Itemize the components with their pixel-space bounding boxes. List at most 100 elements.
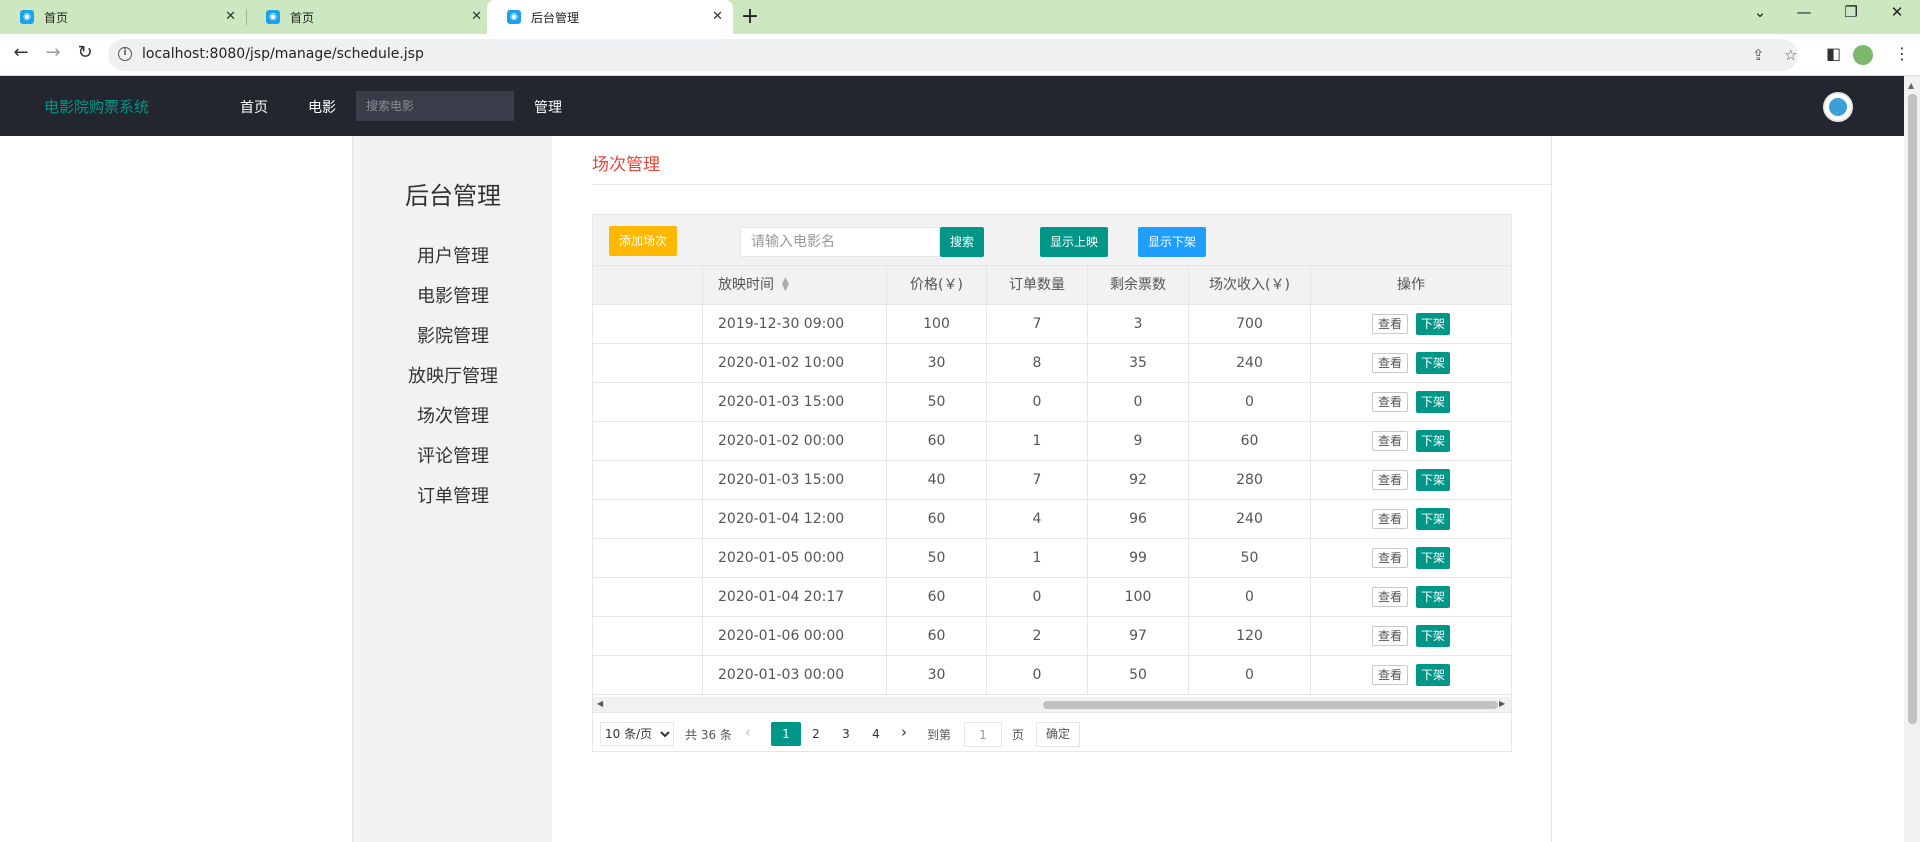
cell-movie xyxy=(593,383,703,422)
cell-time: 2020-01-02 10:00 xyxy=(703,344,887,383)
close-icon[interactable]: ✕ xyxy=(712,9,723,24)
view-button[interactable]: 查看 xyxy=(1372,665,1408,685)
cell-orders: 4 xyxy=(987,500,1088,539)
bookmark-star-icon[interactable]: ☆ xyxy=(1784,46,1797,64)
page-4-button[interactable]: 4 xyxy=(861,722,891,746)
take-offline-button[interactable]: 下架 xyxy=(1416,625,1450,647)
movie-search-input[interactable] xyxy=(356,91,514,121)
take-offline-button[interactable]: 下架 xyxy=(1416,547,1450,569)
next-page-chevron-icon[interactable]: › xyxy=(901,723,907,741)
browser-tab-active[interactable]: ◉ 后台管理 ✕ xyxy=(487,0,733,34)
close-icon[interactable]: ✕ xyxy=(471,9,482,24)
take-offline-button[interactable]: 下架 xyxy=(1416,352,1450,374)
scroll-up-arrow-icon[interactable]: ▲ xyxy=(1908,81,1914,90)
nav-home[interactable]: 首页 xyxy=(240,97,268,117)
goto-confirm-button[interactable]: 确定 xyxy=(1036,722,1080,747)
nav-movies[interactable]: 电影 xyxy=(308,97,336,117)
column-header-orders: 订单数量 xyxy=(987,266,1088,305)
search-button[interactable]: 搜索 xyxy=(940,227,984,257)
back-arrow-icon[interactable]: ← xyxy=(9,42,33,63)
take-offline-button[interactable]: 下架 xyxy=(1416,469,1450,491)
cell-price: 50 xyxy=(887,383,987,422)
view-button[interactable]: 查看 xyxy=(1372,431,1408,451)
brand-logo[interactable]: 电影院购票系统 xyxy=(44,96,149,117)
page-2-button[interactable]: 2 xyxy=(801,722,831,746)
window-close-icon[interactable]: ✕ xyxy=(1877,3,1917,21)
scroll-right-arrow-icon[interactable]: ▶ xyxy=(1499,699,1505,708)
nav-manage[interactable]: 管理 xyxy=(534,97,562,117)
column-header-actions: 操作 xyxy=(1397,277,1425,293)
view-button[interactable]: 查看 xyxy=(1372,392,1408,412)
take-offline-button[interactable]: 下架 xyxy=(1416,664,1450,686)
minimize-icon[interactable]: — xyxy=(1784,3,1824,21)
user-avatar[interactable] xyxy=(1823,92,1853,122)
cell-price: 30 xyxy=(887,656,987,695)
show-showing-button[interactable]: 显示上映 xyxy=(1040,227,1108,257)
browser-menu-icon[interactable]: ⋮ xyxy=(1894,44,1910,63)
view-button[interactable]: 查看 xyxy=(1372,509,1408,529)
cell-time: 2020-01-03 15:00 xyxy=(703,461,887,500)
content-border xyxy=(1551,136,1552,842)
table-row: 2020-01-04 12:00 60 4 96 240 查看 下架 xyxy=(593,500,1511,539)
page-3-button[interactable]: 3 xyxy=(831,722,861,746)
reload-icon[interactable]: ↻ xyxy=(73,42,97,63)
goto-page-input[interactable] xyxy=(964,722,1002,747)
view-button[interactable]: 查看 xyxy=(1372,548,1408,568)
add-schedule-button[interactable]: 添加场次 xyxy=(609,226,677,256)
scroll-left-arrow-icon[interactable]: ◀ xyxy=(597,699,603,708)
cell-time: 2020-01-03 00:00 xyxy=(703,656,887,695)
cell-price: 30 xyxy=(887,344,987,383)
sort-icon[interactable]: ▲ ▼ xyxy=(782,277,789,293)
view-button[interactable]: 查看 xyxy=(1372,587,1408,607)
take-offline-button[interactable]: 下架 xyxy=(1416,430,1450,452)
sidebar-item-halls[interactable]: 放映厅管理 xyxy=(353,362,553,388)
profile-avatar-icon[interactable] xyxy=(1853,45,1873,65)
table-row: 2020-01-03 15:00 50 0 0 0 查看 下架 xyxy=(593,383,1511,422)
share-icon[interactable]: ⇪ xyxy=(1752,46,1765,64)
table-row: 2020-01-06 00:00 60 2 97 120 查看 下架 xyxy=(593,617,1511,656)
prev-page-chevron-icon[interactable]: ‹ xyxy=(745,723,751,741)
table-horizontal-scrollbar[interactable]: ◀ ▶ xyxy=(593,697,1511,712)
sidebar-item-schedules[interactable]: 场次管理 xyxy=(353,402,553,428)
cell-movie xyxy=(593,539,703,578)
address-bar[interactable]: i localhost:8080/jsp/manage/schedule.jsp… xyxy=(108,39,1798,71)
show-offline-button[interactable]: 显示下架 xyxy=(1138,227,1206,257)
take-offline-button[interactable]: 下架 xyxy=(1416,586,1450,608)
cell-orders: 2 xyxy=(987,617,1088,656)
site-info-icon[interactable]: i xyxy=(118,47,132,61)
browser-tab[interactable]: ◉ 首页 ✕ xyxy=(246,0,492,34)
scrollbar-thumb[interactable] xyxy=(1043,701,1498,709)
table-header-row: 放映时间 ▲ ▼ 价格(￥) 订单数量 剩余票数 场次收入(￥) 操作 xyxy=(593,266,1511,305)
close-icon[interactable]: ✕ xyxy=(225,9,236,24)
cell-actions: 查看 下架 xyxy=(1311,344,1511,383)
tab-search-chevron-icon[interactable]: ⌄ xyxy=(1740,3,1780,21)
page-scrollbar[interactable]: ▲ xyxy=(1904,76,1920,842)
side-panel-icon[interactable]: ◧ xyxy=(1826,44,1841,63)
sidebar-item-users[interactable]: 用户管理 xyxy=(353,242,553,268)
view-button[interactable]: 查看 xyxy=(1372,470,1408,490)
sidebar-item-comments[interactable]: 评论管理 xyxy=(353,442,553,468)
new-tab-plus-icon[interactable]: + xyxy=(737,4,763,29)
browser-tab[interactable]: ◉ 首页 ✕ xyxy=(0,0,246,34)
forward-arrow-icon[interactable]: → xyxy=(41,42,65,63)
sidebar-item-cinemas[interactable]: 影院管理 xyxy=(353,322,553,348)
sidebar-item-orders[interactable]: 订单管理 xyxy=(353,482,553,508)
view-button[interactable]: 查看 xyxy=(1372,353,1408,373)
cell-income: 240 xyxy=(1189,344,1311,383)
view-button[interactable]: 查看 xyxy=(1372,314,1408,334)
admin-sidebar: 后台管理 用户管理 电影管理 影院管理 放映厅管理 场次管理 评论管理 订单管理 xyxy=(352,136,552,842)
view-button[interactable]: 查看 xyxy=(1372,626,1408,646)
cell-actions: 查看 下架 xyxy=(1311,578,1511,617)
movie-name-search-input[interactable] xyxy=(740,227,940,257)
goto-prefix: 到第 xyxy=(927,728,952,742)
pagination: 10 条/页 共 36 条 ‹ 1 2 3 4 › 到第 页 确定 xyxy=(593,712,1511,752)
sidebar-item-movies[interactable]: 电影管理 xyxy=(353,282,553,308)
page-1-button[interactable]: 1 xyxy=(771,722,801,746)
column-header-time[interactable]: 放映时间 ▲ ▼ xyxy=(703,266,887,305)
scrollbar-thumb[interactable] xyxy=(1908,94,1917,724)
take-offline-button[interactable]: 下架 xyxy=(1416,313,1450,335)
page-size-select[interactable]: 10 条/页 xyxy=(600,722,674,746)
restore-icon[interactable]: ❐ xyxy=(1831,3,1871,21)
take-offline-button[interactable]: 下架 xyxy=(1416,391,1450,413)
take-offline-button[interactable]: 下架 xyxy=(1416,508,1450,530)
